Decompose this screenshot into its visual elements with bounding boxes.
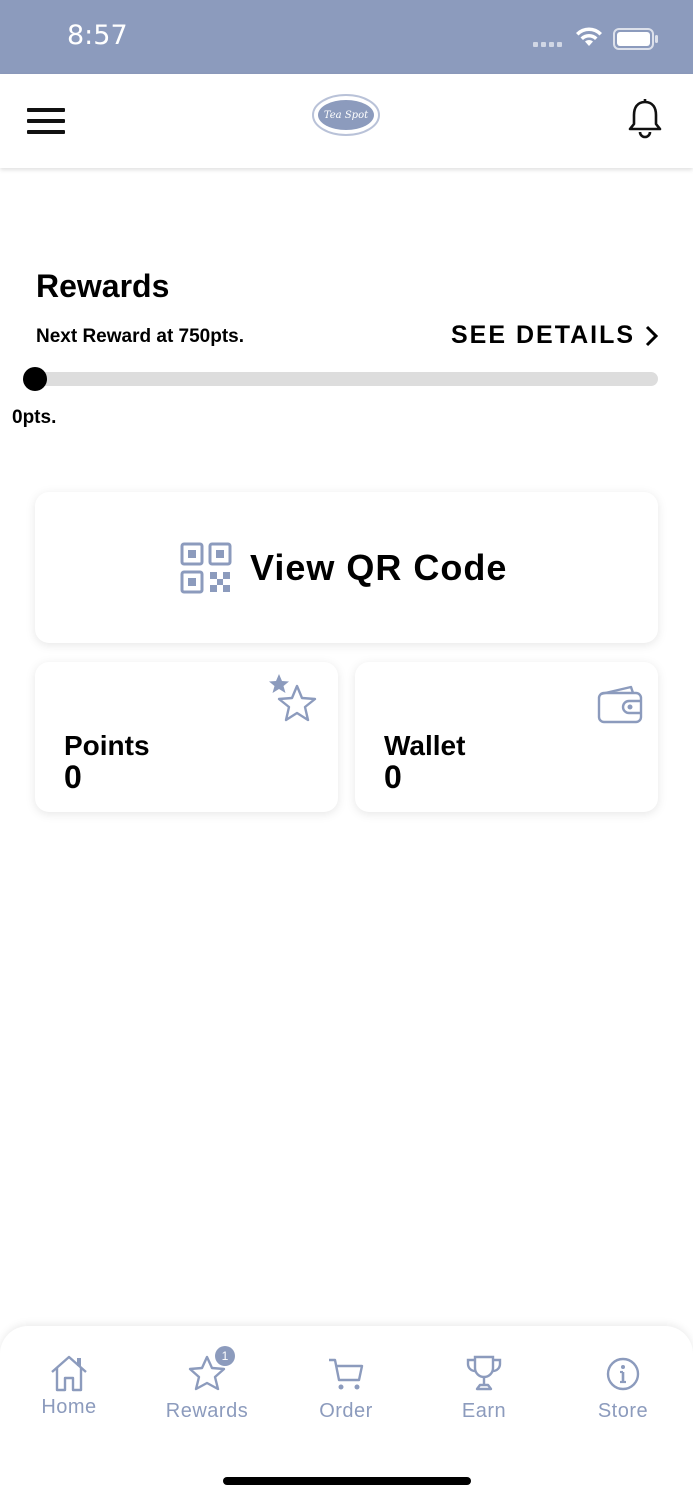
- points-value: 0: [64, 759, 82, 795]
- nav-store-label: Store: [597, 1400, 649, 1422]
- view-qr-code-label: View QR Code: [250, 547, 508, 588]
- chevron-right-icon: [646, 325, 659, 346]
- progress-start-label: 0pts.: [12, 407, 57, 428]
- hamburger-menu-button[interactable]: [27, 108, 67, 136]
- wallet-icon: [597, 685, 643, 724]
- points-card[interactable]: Points 0: [35, 662, 338, 812]
- app-header: Emma's Tea Spot: [0, 74, 693, 168]
- wallet-card[interactable]: Wallet 0: [355, 662, 658, 812]
- stars-icon: [269, 674, 317, 722]
- rewards-progress-knob: [23, 367, 47, 391]
- home-indicator[interactable]: [223, 1477, 471, 1485]
- wallet-label: Wallet: [384, 730, 466, 761]
- nav-rewards[interactable]: 1 Rewards: [147, 1346, 267, 1423]
- cellular-signal-icon: [533, 42, 562, 47]
- tea-spot-logo[interactable]: Emma's Tea Spot: [311, 93, 381, 137]
- next-reward-text: Next Reward at 750pts.: [36, 326, 245, 347]
- view-qr-code-button[interactable]: View QR Code: [35, 492, 658, 643]
- nav-rewards-label: Rewards: [165, 1400, 249, 1422]
- rewards-badge: 1: [215, 1346, 235, 1366]
- wallet-value: 0: [384, 759, 402, 795]
- logo-text: Tea Spot: [324, 110, 369, 121]
- points-label: Points: [64, 730, 150, 761]
- notification-bell-icon[interactable]: [626, 98, 664, 140]
- nav-earn-label: Earn: [461, 1400, 507, 1422]
- qr-code-icon: [180, 542, 232, 594]
- rewards-progress-bar: [34, 372, 658, 386]
- nav-store[interactable]: Store: [563, 1346, 683, 1423]
- wifi-icon: [576, 27, 602, 46]
- nav-home-label: Home: [41, 1396, 97, 1418]
- rewards-title: Rewards: [36, 268, 170, 304]
- nav-home[interactable]: Home: [9, 1346, 129, 1419]
- see-details-label: SEE DETAILS: [451, 321, 636, 349]
- bottom-navigation: Home 1 Rewards Order Earn Store: [0, 1326, 693, 1500]
- home-icon: [51, 1355, 87, 1392]
- logo-subtext: Emma's: [335, 101, 356, 107]
- status-bar: 8:57: [0, 0, 693, 74]
- battery-icon: [613, 28, 658, 50]
- cart-icon: [329, 1358, 364, 1390]
- nav-earn[interactable]: Earn: [424, 1346, 544, 1423]
- see-details-link[interactable]: SEE DETAILS: [451, 321, 659, 350]
- nav-order[interactable]: Order: [286, 1346, 406, 1423]
- nav-order-label: Order: [319, 1400, 373, 1422]
- status-time: 8:57: [67, 20, 128, 51]
- trophy-icon: [466, 1355, 502, 1391]
- info-icon: [606, 1357, 640, 1391]
